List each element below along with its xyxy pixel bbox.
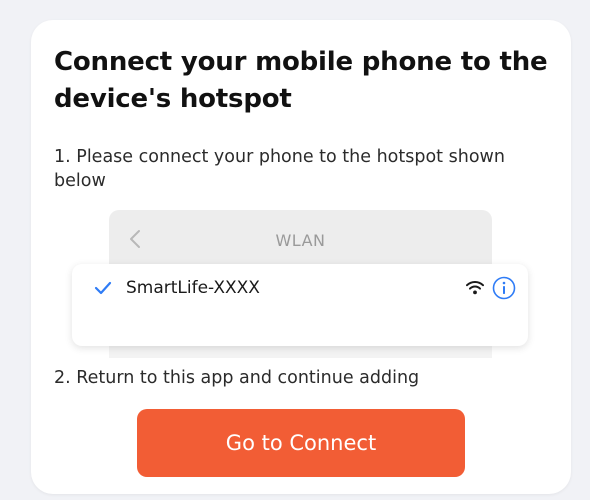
go-to-connect-button[interactable]: Go to Connect bbox=[137, 409, 465, 477]
wifi-network-ssid: SmartLife-XXXX bbox=[126, 278, 260, 298]
step-1-instruction: 1. Please connect your phone to the hots… bbox=[54, 147, 505, 191]
step-2-instruction: 2. Return to this app and continue addin… bbox=[54, 368, 420, 388]
wlan-header-illustration: WLAN bbox=[109, 210, 492, 268]
wifi-network-row: SmartLife-XXXX bbox=[72, 264, 528, 346]
info-icon bbox=[492, 276, 516, 300]
wifi-signal-icon bbox=[466, 281, 484, 295]
check-icon bbox=[94, 281, 112, 295]
page-title: Connect your mobile phone to the device'… bbox=[54, 47, 548, 114]
wlan-header-title: WLAN bbox=[275, 231, 326, 250]
